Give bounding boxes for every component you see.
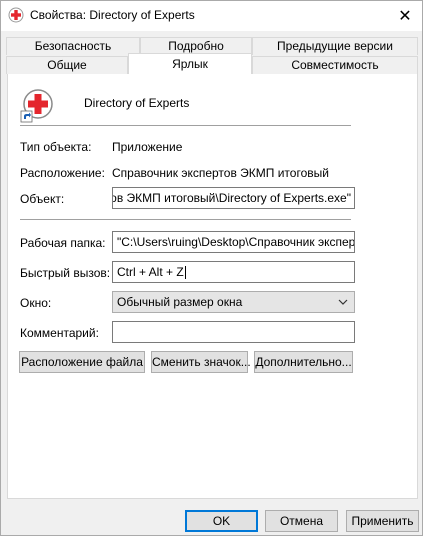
text-caret	[184, 266, 186, 280]
location-label: Расположение:	[20, 166, 105, 180]
ok-button[interactable]: OK	[185, 510, 258, 532]
apply-button[interactable]: Применить	[346, 510, 419, 532]
tab-compatibility[interactable]: Совместимость	[252, 56, 418, 74]
advanced-button[interactable]: Дополнительно...	[254, 351, 353, 373]
object-type-label: Тип объекта:	[20, 140, 92, 154]
target-field[interactable]: тов ЭКМП итоговый\Directory of Experts.e…	[112, 187, 355, 209]
object-type-value: Приложение	[112, 140, 183, 154]
hotkey-label: Быстрый вызов:	[20, 266, 111, 280]
hotkey-field[interactable]: Ctrl + Alt + Z	[112, 261, 355, 283]
target-value: тов ЭКМП итоговый\Directory of Experts.e…	[112, 191, 351, 205]
target-label: Объект:	[20, 192, 65, 206]
start-in-value: "C:\Users\ruing\Desktop\Справочник экспе…	[117, 235, 355, 249]
tab-security[interactable]: Безопасность	[6, 37, 140, 55]
title-bar: Свойства: Directory of Experts ✕	[1, 1, 422, 31]
run-dropdown[interactable]: Обычный размер окна	[112, 291, 355, 313]
close-button[interactable]: ✕	[388, 1, 422, 31]
start-in-label: Рабочая папка:	[20, 236, 106, 250]
run-label: Окно:	[20, 296, 52, 310]
separator	[20, 219, 351, 220]
app-icon	[20, 88, 54, 124]
window-title: Свойства: Directory of Experts	[30, 8, 195, 22]
app-icon	[8, 7, 24, 23]
run-value: Обычный размер окна	[117, 295, 243, 309]
tab-shortcut[interactable]: Ярлык	[128, 53, 252, 74]
cancel-button[interactable]: Отмена	[265, 510, 338, 532]
shortcut-name: Directory of Experts	[84, 96, 190, 110]
chevron-down-icon	[337, 292, 349, 312]
shortcut-page: Directory of Experts Тип объекта: Прилож…	[7, 73, 418, 499]
properties-dialog: Свойства: Directory of Experts ✕ Безопас…	[0, 0, 423, 536]
start-in-field[interactable]: "C:\Users\ruing\Desktop\Справочник экспе…	[112, 231, 355, 253]
comment-field[interactable]	[112, 321, 355, 343]
location-value: Справочник экспертов ЭКМП итоговый	[112, 166, 329, 180]
tab-previous-versions[interactable]: Предыдущие версии	[252, 37, 418, 55]
close-icon: ✕	[398, 8, 412, 25]
tab-general[interactable]: Общие	[6, 56, 128, 74]
open-file-location-button[interactable]: Расположение файла	[19, 351, 145, 373]
comment-label: Комментарий:	[20, 326, 99, 340]
hotkey-value: Ctrl + Alt + Z	[117, 265, 184, 279]
shortcut-arrow-icon	[20, 110, 33, 123]
separator	[20, 125, 351, 126]
change-icon-button[interactable]: Сменить значок...	[151, 351, 251, 373]
